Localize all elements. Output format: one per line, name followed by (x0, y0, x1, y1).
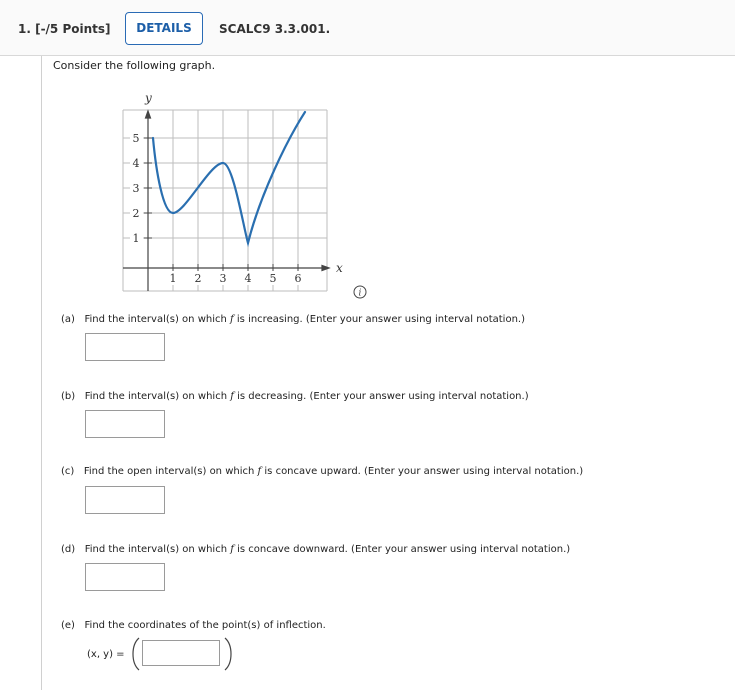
function-curve (151, 110, 307, 248)
x-axis-label: x (336, 261, 343, 275)
function-graph: y x 5 4 3 2 1 1 2 3 4 5 6 (122, 91, 343, 292)
inflection-point-input[interactable] (142, 640, 220, 666)
right-paren-icon (224, 637, 232, 671)
part-b-prompt: (b) Find the interval(s) on which f is d… (61, 391, 529, 402)
content-left-rule (41, 56, 42, 690)
y-axis-label: y (144, 91, 152, 105)
part-a-answer-input[interactable] (85, 333, 165, 361)
x-tick-label: 5 (270, 272, 277, 285)
svg-text:i: i (359, 289, 362, 299)
x-tick-label: 2 (195, 272, 202, 285)
left-paren-icon (132, 637, 140, 671)
x-tick-label: 1 (170, 272, 177, 285)
y-tick-label: 1 (133, 232, 140, 245)
part-e-prompt: (e) Find the coordinates of the point(s)… (61, 620, 326, 631)
question-points: 1. [-/5 Points] (18, 22, 111, 36)
info-icon[interactable]: i (353, 285, 367, 299)
x-tick-label: 4 (245, 272, 252, 285)
question-header: 1. [-/5 Points] DETAILS SCALC9 3.3.001. (0, 0, 735, 56)
part-c-prompt: (c) Find the open interval(s) on which f… (61, 466, 584, 477)
x-tick-label: 6 (295, 272, 302, 285)
part-c-answer-input[interactable] (85, 486, 165, 514)
y-tick-label: 2 (133, 207, 140, 220)
part-b-answer-input[interactable] (85, 410, 165, 438)
question-intro: Consider the following graph. (53, 59, 216, 72)
y-tick-label: 5 (133, 132, 140, 145)
y-tick-label: 4 (133, 157, 140, 170)
x-tick-label: 3 (220, 272, 227, 285)
part-d-prompt: (d) Find the interval(s) on which f is c… (61, 544, 571, 555)
part-a-prompt: (a) Find the interval(s) on which f is i… (61, 314, 525, 325)
details-button[interactable]: DETAILS (125, 12, 203, 45)
question-code: SCALC9 3.3.001. (219, 22, 331, 36)
y-tick-label: 3 (133, 182, 140, 195)
coordinate-label: (x, y) = (87, 649, 125, 660)
part-d-answer-input[interactable] (85, 563, 165, 591)
